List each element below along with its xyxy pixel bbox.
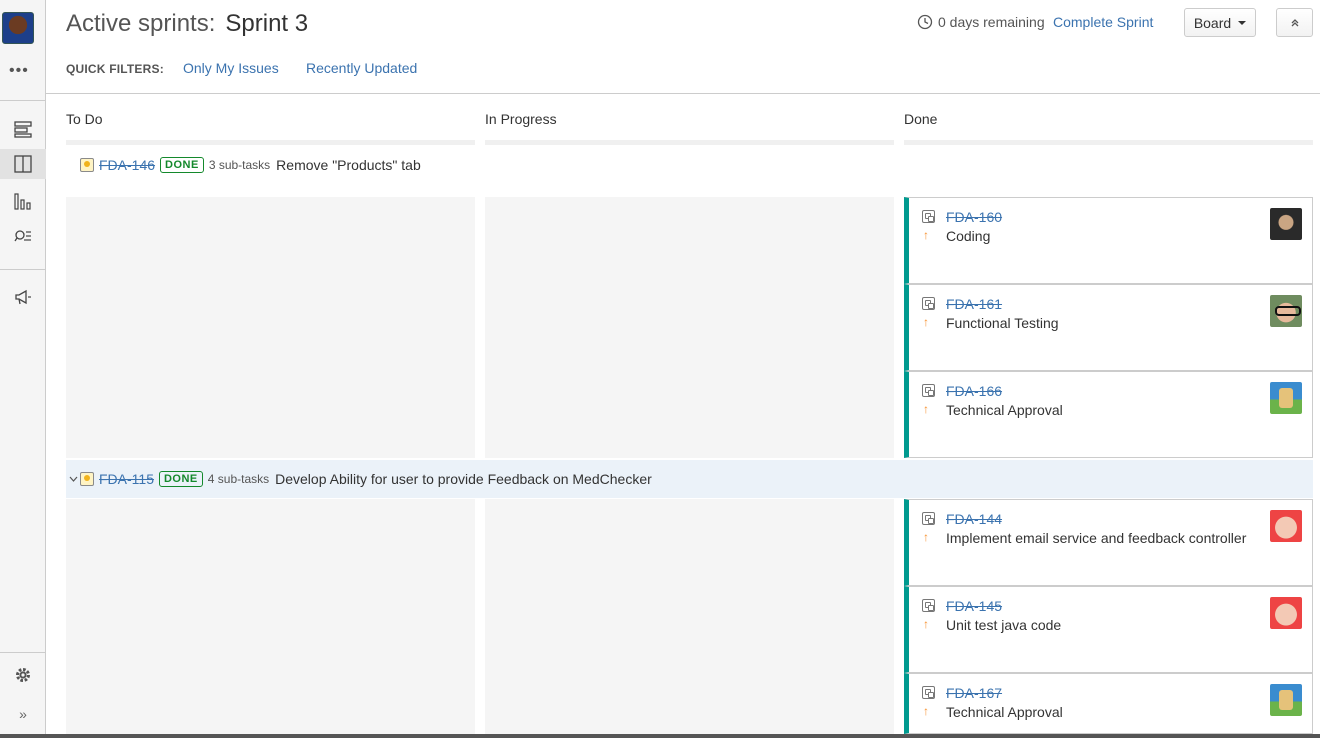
issue-card[interactable]: FDA-144 ↑ Implement email service and fe… [904, 499, 1313, 586]
assignee-avatar [1270, 510, 1302, 542]
subtask-count: 3 sub-tasks [208, 158, 271, 172]
issue-summary: Technical Approval [946, 704, 1063, 720]
days-remaining-text: 0 days remaining [938, 14, 1045, 30]
issue-summary: Functional Testing [946, 315, 1059, 331]
header-divider [46, 93, 1320, 94]
priority-arrow-icon: ↑ [923, 315, 929, 329]
quick-filters-label: QUICK FILTERS: [66, 62, 164, 76]
in-progress-cell [485, 197, 894, 458]
filter-only-my-issues[interactable]: Only My Issues [183, 60, 279, 76]
subtask-icon [922, 686, 935, 699]
column-header-in-progress: In Progress [485, 111, 557, 127]
issue-card[interactable]: FDA-166 ↑ Technical Approval [904, 371, 1313, 458]
assignee-avatar [1270, 208, 1302, 240]
clock-icon [917, 14, 933, 30]
issue-summary: Unit test java code [946, 617, 1062, 633]
column-header-todo: To Do [66, 111, 103, 127]
reports-icon[interactable] [0, 186, 46, 216]
todo-cell [66, 499, 475, 734]
expand-sidebar-icon[interactable]: » [0, 699, 46, 729]
board-icon[interactable] [0, 149, 46, 179]
backlog-icon[interactable] [0, 114, 46, 144]
releases-icon[interactable] [0, 282, 46, 312]
sidebar: ••• » [0, 0, 46, 738]
subtask-icon [922, 297, 935, 310]
assignee-avatar [1270, 295, 1302, 327]
column-header-done: Done [904, 111, 938, 127]
collapse-header-button[interactable] [1276, 8, 1313, 37]
issue-key[interactable]: FDA-161 [946, 296, 1002, 312]
issue-card[interactable]: FDA-160 ↑ Coding [904, 197, 1313, 284]
subtask-icon [922, 512, 935, 525]
double-chevron-up-icon [1291, 18, 1298, 26]
issue-key[interactable]: FDA-115 [99, 471, 154, 487]
issue-key[interactable]: FDA-160 [946, 209, 1002, 225]
story-icon [80, 472, 94, 486]
subtask-icon [922, 384, 935, 397]
board-button-label: Board [1193, 14, 1232, 31]
issue-summary: Implement email service and feedback con… [946, 530, 1247, 546]
issue-key[interactable]: FDA-146 [99, 157, 155, 173]
subtask-icon [922, 599, 935, 612]
complete-sprint-link[interactable]: Complete Sprint [1053, 14, 1153, 30]
issue-summary: Coding [946, 228, 991, 244]
story-icon [80, 158, 94, 172]
more-icon[interactable]: ••• [9, 62, 29, 80]
todo-cell [66, 197, 475, 458]
column-bar [66, 140, 475, 145]
assignee-avatar [1270, 684, 1302, 716]
issue-card[interactable]: FDA-161 ↑ Functional Testing [904, 284, 1313, 371]
chevron-down-icon [1238, 20, 1247, 25]
issue-key[interactable]: FDA-145 [946, 598, 1002, 614]
swimlane-header[interactable]: FDA-115 DONE 4 sub-tasks Develop Ability… [66, 460, 1313, 498]
sidebar-divider [0, 269, 46, 270]
column-bar [485, 140, 894, 145]
issue-key[interactable]: FDA-167 [946, 685, 1002, 701]
issue-key[interactable]: FDA-166 [946, 383, 1002, 399]
board-button[interactable]: Board [1184, 8, 1256, 37]
subtask-icon [922, 210, 935, 223]
priority-arrow-icon: ↑ [923, 228, 929, 242]
priority-arrow-icon: ↑ [923, 402, 929, 416]
column-bar [904, 140, 1313, 145]
issue-card[interactable]: FDA-145 ↑ Unit test java code [904, 586, 1313, 673]
priority-arrow-icon: ↑ [923, 530, 929, 544]
subtask-count: 4 sub-tasks [207, 472, 270, 486]
page-title-prefix: Active sprints: [66, 10, 216, 37]
issue-key[interactable]: FDA-144 [946, 511, 1002, 527]
sidebar-divider [0, 100, 46, 101]
issue-summary: Technical Approval [946, 402, 1063, 418]
status-badge: DONE [160, 157, 204, 173]
assignee-avatar [1270, 597, 1302, 629]
priority-arrow-icon: ↑ [923, 704, 929, 718]
issue-card[interactable]: FDA-167 ↑ Technical Approval [904, 673, 1313, 734]
filter-recently-updated[interactable]: Recently Updated [306, 60, 417, 76]
swimlane-header[interactable]: FDA-146 DONE 3 sub-tasks Remove "Product… [66, 146, 1313, 184]
avatar[interactable] [2, 12, 34, 44]
issue-summary: Remove "Products" tab [276, 157, 421, 173]
assignee-avatar [1270, 382, 1302, 414]
chevron-down-icon[interactable] [66, 476, 80, 482]
window-bottom-edge [0, 734, 1320, 738]
issues-icon[interactable] [0, 222, 46, 252]
issue-summary: Develop Ability for user to provide Feed… [275, 471, 652, 487]
priority-arrow-icon: ↑ [923, 617, 929, 631]
status-badge: DONE [158, 471, 203, 487]
sprint-name: Sprint 3 [225, 10, 309, 37]
page-title: Active sprints: Sprint 3 [66, 10, 308, 38]
sidebar-divider [0, 652, 46, 653]
in-progress-cell [485, 499, 894, 734]
settings-icon[interactable] [0, 660, 46, 690]
days-remaining: 0 days remaining [917, 14, 1045, 30]
